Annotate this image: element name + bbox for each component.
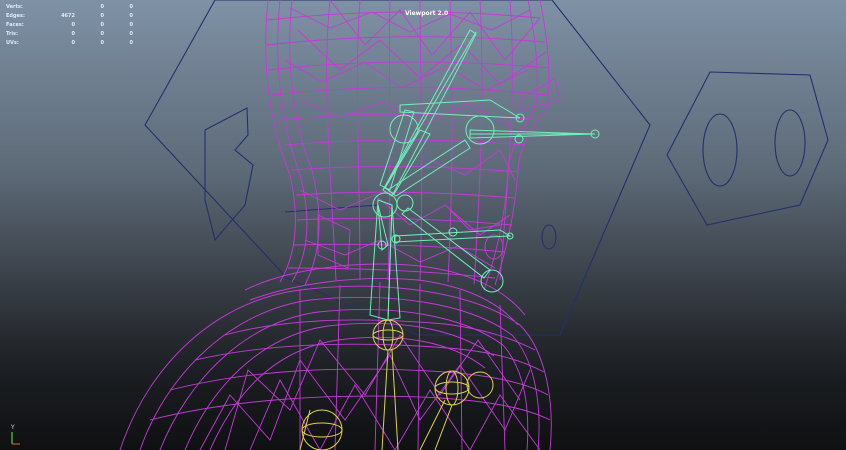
hud-value: 0 [71, 40, 75, 46]
cheek-ring[interactable] [541, 224, 557, 250]
hud-value [46, 3, 75, 12]
hud-row-verts: Verts: 0 0 [6, 3, 133, 12]
hud-label: UVs: [6, 40, 19, 46]
hud-label: Faces: [6, 22, 24, 28]
hud-row-faces: Faces: 0 0 0 [6, 21, 133, 30]
hud-row-uvs: UVs: 0 0 0 [6, 39, 133, 48]
side-ring-left[interactable] [702, 113, 738, 187]
hud-value: 0 [129, 40, 133, 46]
hud-value: 0 [100, 31, 104, 37]
hud-label: Tris: [6, 31, 19, 37]
hud-value: 0 [129, 31, 133, 37]
hud-row-edges: Edges: 4672 0 0 [6, 12, 133, 21]
axis-gizmo: Y [4, 424, 24, 446]
chin-joint[interactable] [480, 269, 504, 293]
hud-value: 4672 [61, 13, 75, 19]
viewport-renderer-label: Viewport 2.0 [405, 10, 449, 17]
hud-value: 0 [129, 22, 133, 28]
hud-value: 0 [100, 22, 104, 28]
axis-y-label: Y [11, 424, 15, 431]
hud-value: 0 [129, 4, 133, 10]
neck-control-curve[interactable] [204, 107, 254, 242]
hud-value: 0 [71, 22, 75, 28]
hud-value: 0 [100, 4, 104, 10]
hud-label: Edges: [6, 13, 25, 19]
neck-joint[interactable] [372, 319, 404, 351]
side-ring-right[interactable] [774, 109, 806, 177]
hud-row-tris: Tris: 0 0 0 [6, 30, 133, 39]
scene-canvas[interactable] [0, 0, 846, 450]
hud-label: Verts: [6, 4, 23, 10]
head-mesh-wireframe[interactable] [119, 0, 561, 450]
heads-up-display-poly-count: Verts: 0 0 Edges: 4672 0 0 Faces: 0 0 0 … [6, 3, 133, 48]
hud-value: 0 [100, 40, 104, 46]
hud-value: 0 [71, 31, 75, 37]
3d-viewport[interactable]: Verts: 0 0 Edges: 4672 0 0 Faces: 0 0 0 … [0, 0, 846, 450]
side-control-curve[interactable] [666, 71, 829, 226]
hud-value: 0 [129, 13, 133, 19]
hud-value: 0 [100, 13, 104, 19]
